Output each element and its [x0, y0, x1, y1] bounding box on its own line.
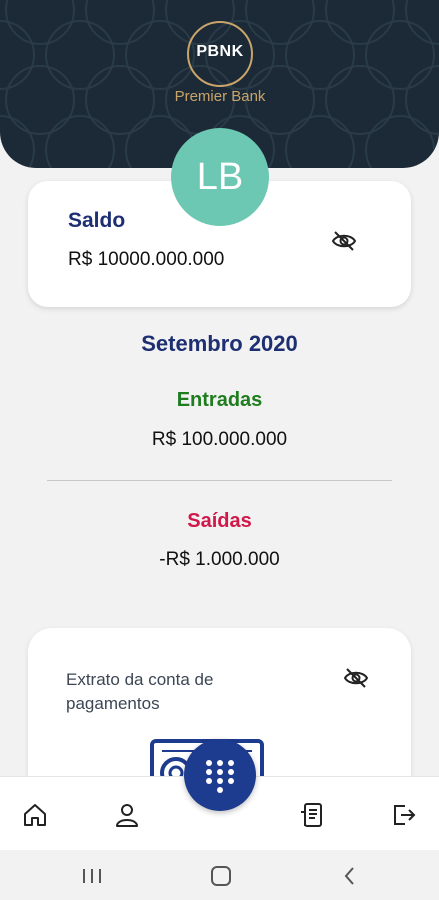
bank-name: Premier Bank: [174, 88, 266, 105]
statement-title: Extrato da conta de pagamentos: [66, 670, 214, 713]
month-title: Setembro 2020: [141, 331, 298, 356]
expense-label: Saídas: [187, 510, 252, 532]
keypad-icon: [206, 760, 234, 793]
statement-icon[interactable]: [298, 801, 326, 829]
home-system-icon[interactable]: [209, 866, 233, 886]
income-label: Entradas: [176, 389, 263, 411]
home-icon[interactable]: [21, 801, 49, 829]
balance-value: R$ 10000.000.000: [68, 249, 225, 270]
eye-off-icon[interactable]: [342, 666, 370, 690]
recent-apps-icon[interactable]: [80, 866, 104, 886]
balance-title: Saldo: [68, 209, 126, 232]
logout-icon[interactable]: [390, 801, 418, 829]
keypad-fab-button[interactable]: [184, 739, 256, 811]
income-value: R$ 100.000.000: [151, 429, 288, 450]
back-icon[interactable]: [338, 866, 362, 886]
eye-off-icon[interactable]: [330, 229, 358, 253]
logo-text: PBNK: [196, 43, 244, 60]
expense-value: -R$ 1.000.000: [159, 549, 280, 570]
profile-icon[interactable]: [113, 801, 141, 829]
divider: [47, 480, 392, 481]
system-nav-bar: [0, 850, 439, 900]
user-avatar[interactable]: LB: [171, 128, 269, 226]
